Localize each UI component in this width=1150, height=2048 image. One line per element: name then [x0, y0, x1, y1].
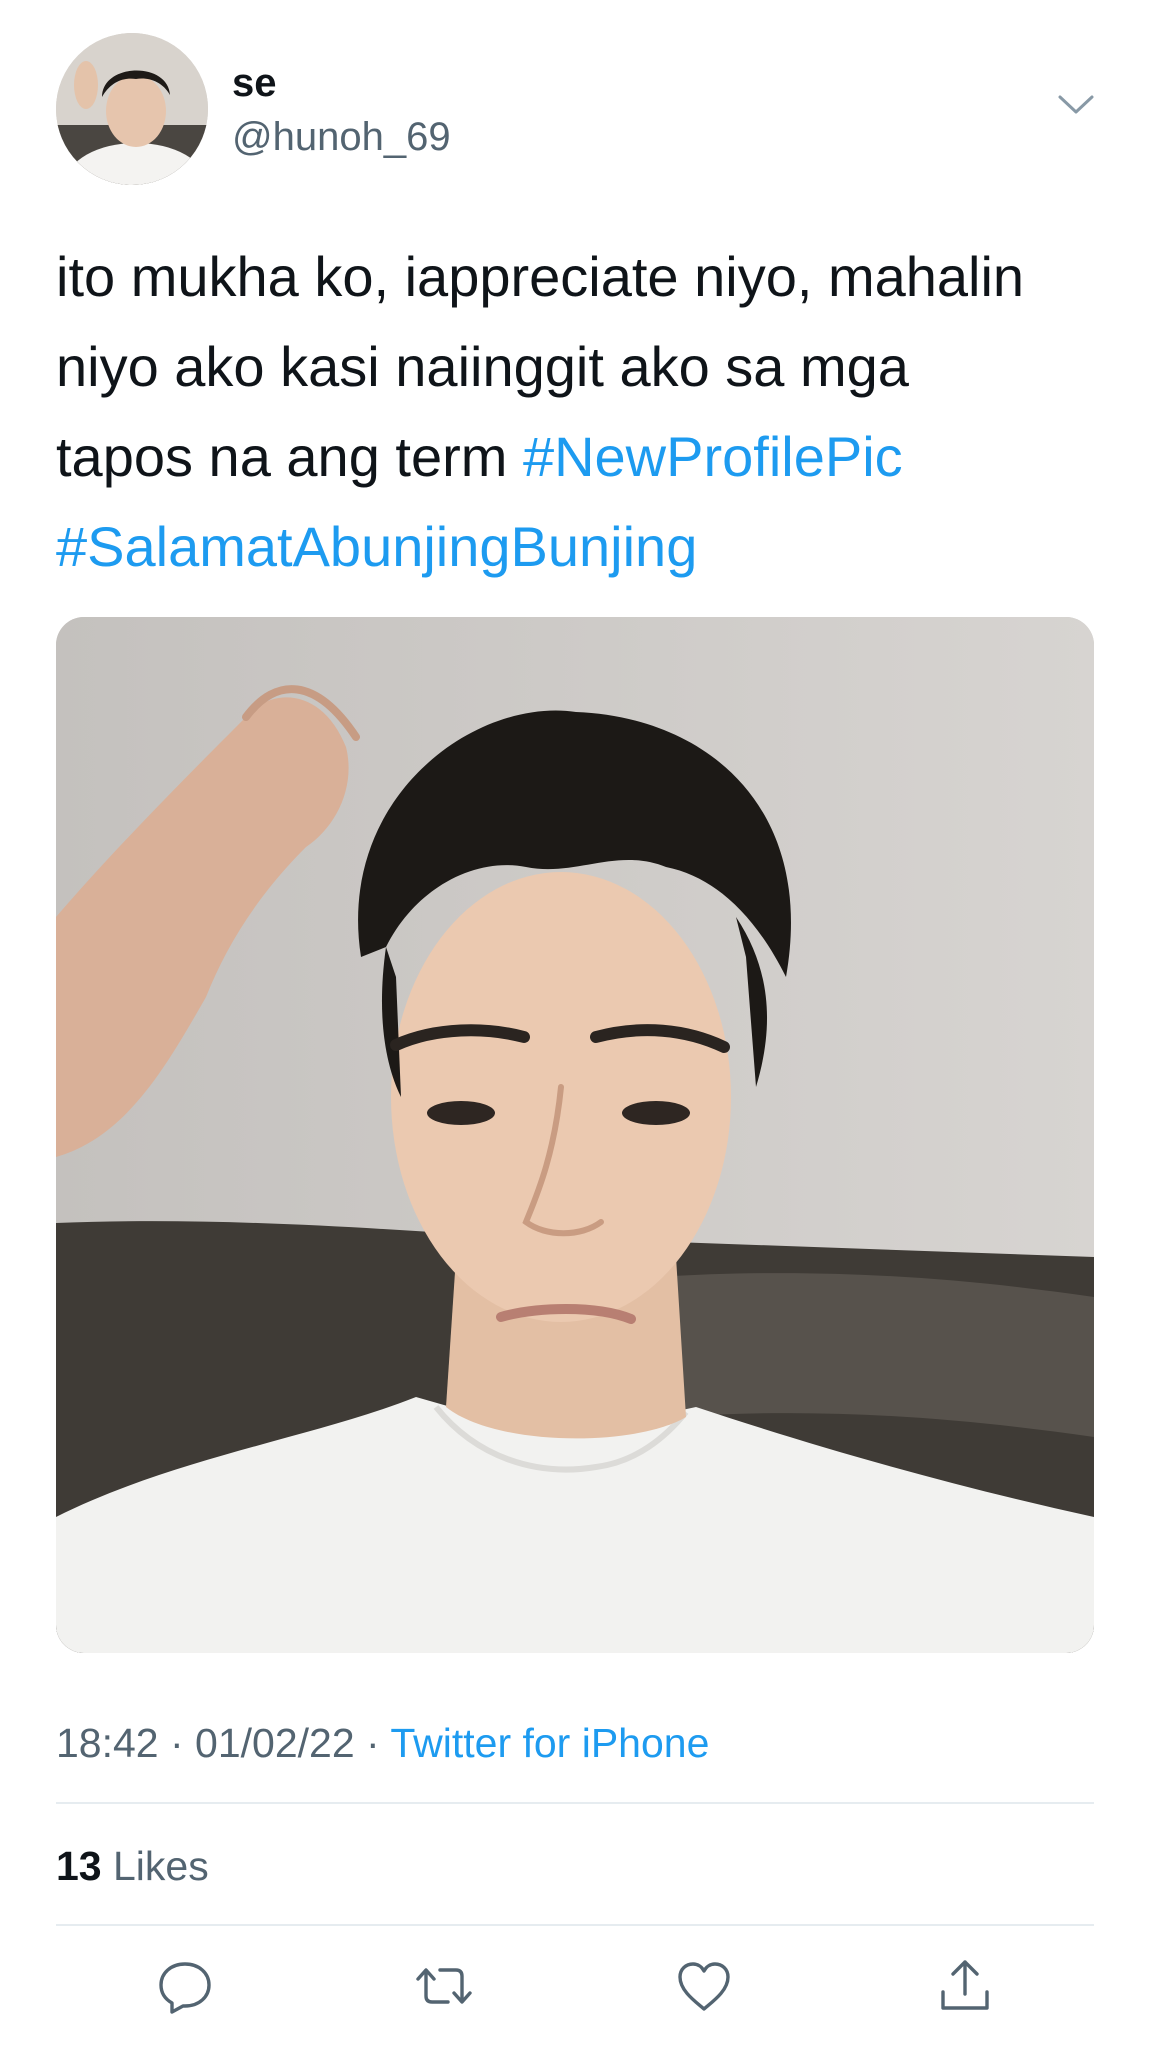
avatar-image — [56, 33, 208, 185]
tweet-text-line: tapos na ang term — [56, 425, 523, 488]
heart-icon[interactable] — [674, 1956, 734, 2016]
tweet-text-line: ito mukha ko, iappreciate niyo, mahalin — [56, 245, 1025, 308]
retweet-icon[interactable] — [414, 1956, 474, 2016]
likes-count: 13 — [56, 1843, 102, 1889]
reply-icon[interactable] — [155, 1956, 215, 2016]
tweet-source-link[interactable]: Twitter for iPhone — [390, 1720, 709, 1766]
meta-separator: · — [354, 1720, 391, 1766]
tweet-date: 01/02/22 — [195, 1720, 355, 1766]
chevron-down-icon[interactable] — [1056, 92, 1096, 118]
divider — [56, 1924, 1094, 1926]
hashtag-link[interactable]: #SalamatAbunjingBunjing — [56, 515, 697, 578]
hashtag-link[interactable]: #NewProfilePic — [523, 425, 903, 488]
tweet-text: ito mukha ko, iappreciate niyo, mahalin … — [56, 232, 1096, 592]
photo-image — [56, 617, 1094, 1653]
avatar[interactable] — [56, 33, 208, 185]
meta-separator: · — [158, 1720, 196, 1766]
user-handle[interactable]: @hunoh_69 — [232, 112, 451, 162]
tweet-photo[interactable] — [56, 617, 1094, 1653]
divider — [56, 1802, 1094, 1804]
tweet-time: 18:42 — [56, 1720, 159, 1766]
share-icon[interactable] — [935, 1956, 995, 2016]
tweet-meta: 18:42 · 01/02/22 · Twitter for iPhone — [56, 1715, 709, 1771]
likes-label: Likes — [101, 1843, 209, 1889]
likes-stat[interactable]: 13 Likes — [56, 1838, 209, 1894]
tweet-text-line: niyo ako kasi naiinggit ako sa mga — [56, 335, 909, 398]
display-name[interactable]: se — [232, 58, 277, 108]
